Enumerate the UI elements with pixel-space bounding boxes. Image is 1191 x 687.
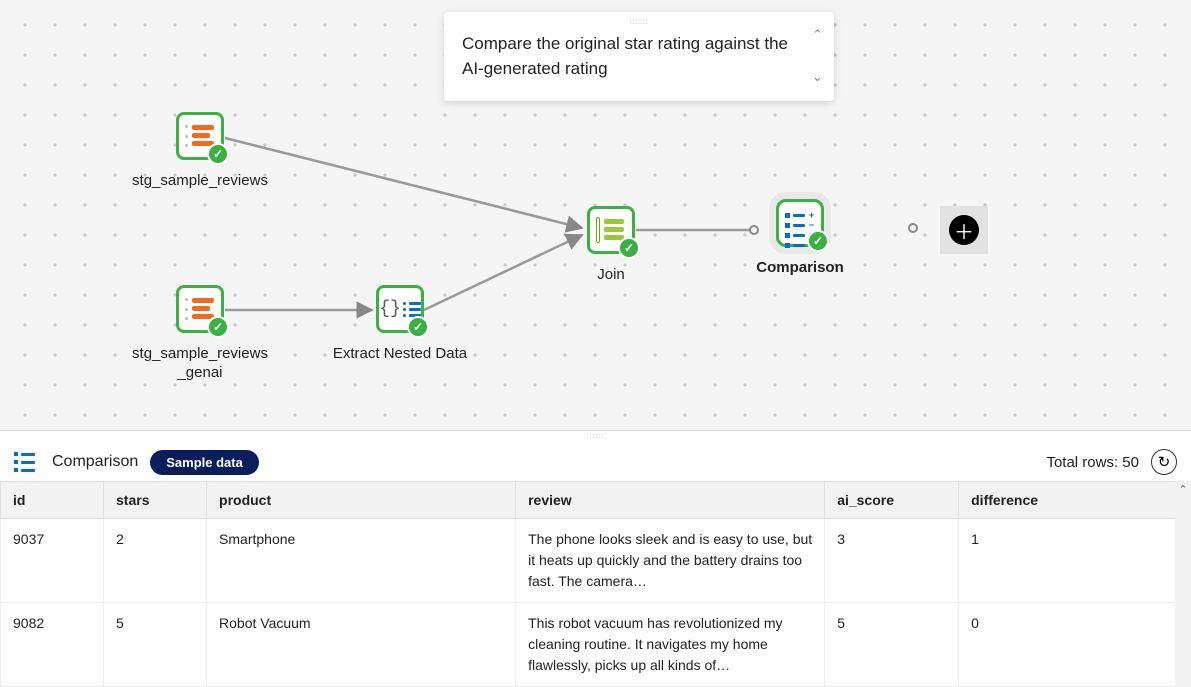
tooltip-text: Compare the original star rating against… — [462, 34, 788, 78]
panel-title: Comparison — [52, 453, 138, 471]
node-label: Extract Nested Data — [310, 345, 490, 364]
cell-id: 9037 — [1, 519, 104, 603]
cell-product: Smartphone — [207, 519, 516, 603]
col-product[interactable]: product — [207, 482, 516, 519]
col-id[interactable]: id — [1, 482, 104, 519]
node-extract-nested-data[interactable]: {} ✓ Extract Nested Data — [310, 285, 490, 364]
sample-data-badge[interactable]: Sample data — [150, 450, 259, 475]
data-table: id stars product review ai_score differe… — [0, 481, 1191, 687]
col-difference[interactable]: difference — [959, 482, 1191, 519]
add-node-button[interactable]: ＋ — [940, 206, 988, 254]
table-row[interactable]: 9037 2 Smartphone The phone looks sleek … — [1, 519, 1191, 603]
source-table-icon: ✓ — [176, 112, 224, 160]
panel-drag-handle[interactable]: :::::: — [0, 431, 1191, 443]
plus-icon: ＋ — [949, 215, 979, 245]
node-label: stg_sample_reviews_genai — [120, 345, 280, 383]
output-port[interactable] — [908, 223, 918, 233]
cell-ai-score: 3 — [825, 519, 959, 603]
panel-header: Comparison Sample data Total rows: 50 ↻ — [0, 443, 1191, 481]
success-check-icon: ✓ — [618, 237, 640, 259]
comparison-icon — [14, 452, 40, 472]
col-ai-score[interactable]: ai_score — [825, 482, 959, 519]
cell-id: 9082 — [1, 603, 104, 687]
table-header-row: id stars product review ai_score differe… — [1, 482, 1191, 519]
refresh-icon: ↻ — [1158, 453, 1171, 471]
tooltip-scrollbar[interactable]: ⌃ ⌄ — [812, 26, 826, 87]
table-row[interactable]: 9082 5 Robot Vacuum This robot vacuum ha… — [1, 603, 1191, 687]
scroll-up-icon[interactable]: ⌃ — [812, 26, 826, 45]
cell-stars: 2 — [104, 519, 207, 603]
node-label: Comparison — [740, 259, 860, 278]
node-label: Join — [566, 266, 656, 285]
table-scrollbar[interactable]: ⌃ — [1175, 481, 1191, 687]
total-rows-label: Total rows: 50 — [1046, 454, 1139, 471]
node-stg-sample-reviews[interactable]: ✓ stg_sample_reviews — [120, 112, 280, 191]
cell-stars: 5 — [104, 603, 207, 687]
comparison-icon: + − × ÷ ✓ — [776, 199, 824, 247]
scroll-up-icon[interactable]: ⌃ — [1178, 481, 1187, 498]
cell-review: The phone looks sleek and is easy to use… — [516, 519, 825, 603]
col-review[interactable]: review — [516, 482, 825, 519]
scroll-down-icon[interactable]: ⌄ — [812, 68, 826, 87]
extract-nested-icon: {} ✓ — [376, 285, 424, 333]
success-check-icon: ✓ — [207, 143, 229, 165]
node-join[interactable]: ✓ Join — [566, 206, 656, 285]
source-table-icon: ✓ — [176, 285, 224, 333]
data-table-wrap: id stars product review ai_score differe… — [0, 481, 1191, 687]
join-icon: ✓ — [587, 206, 635, 254]
node-description-tooltip[interactable]: :::::: Compare the original star rating … — [444, 12, 834, 101]
cell-difference: 1 — [959, 519, 1191, 603]
pipeline-canvas[interactable]: ✓ stg_sample_reviews ✓ stg_sample_review… — [0, 0, 1191, 430]
col-stars[interactable]: stars — [104, 482, 207, 519]
refresh-button[interactable]: ↻ — [1151, 449, 1177, 475]
data-preview-panel: :::::: Comparison Sample data Total rows… — [0, 430, 1191, 687]
success-check-icon: ✓ — [407, 316, 429, 338]
cell-review: This robot vacuum has revolutionized my … — [516, 603, 825, 687]
success-check-icon: ✓ — [207, 316, 229, 338]
node-label: stg_sample_reviews — [120, 172, 280, 191]
success-check-icon: ✓ — [807, 230, 829, 252]
drag-handle-icon[interactable]: :::::: — [629, 16, 648, 28]
cell-difference: 0 — [959, 603, 1191, 687]
cell-product: Robot Vacuum — [207, 603, 516, 687]
cell-ai-score: 5 — [825, 603, 959, 687]
node-stg-sample-reviews-genai[interactable]: ✓ stg_sample_reviews_genai — [120, 285, 280, 383]
node-comparison[interactable]: + − × ÷ ✓ Comparison — [740, 199, 860, 278]
